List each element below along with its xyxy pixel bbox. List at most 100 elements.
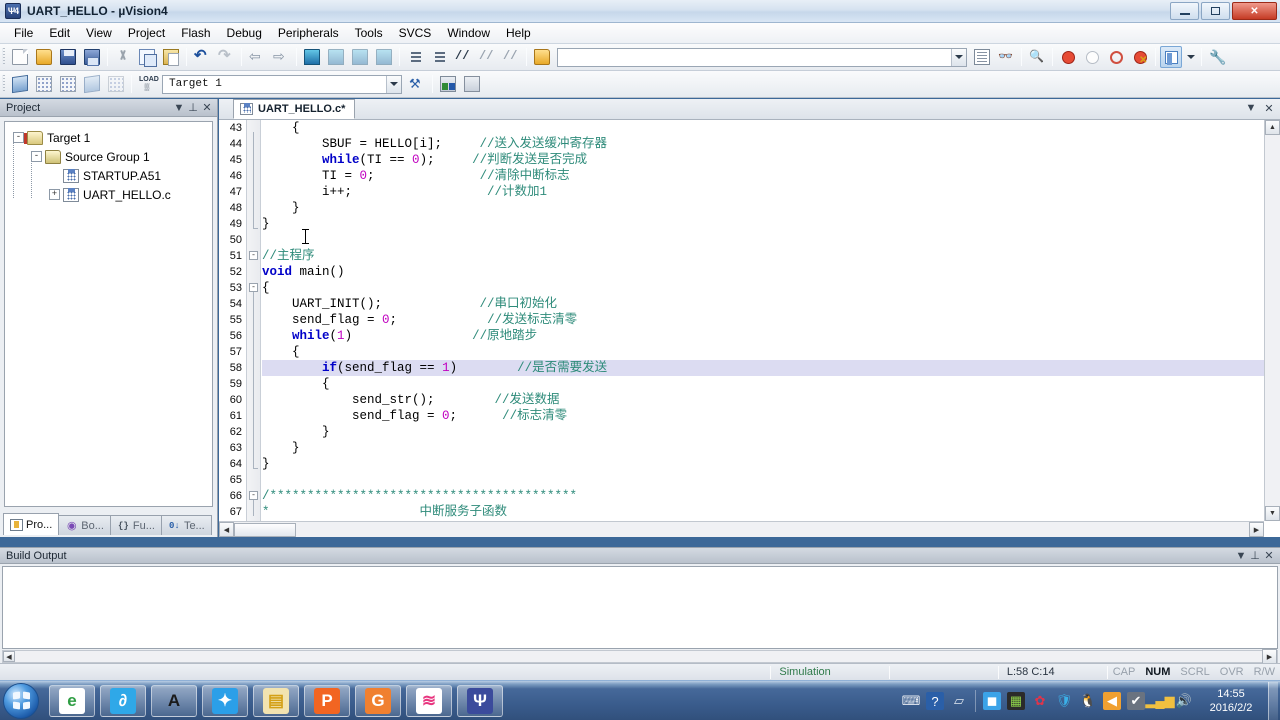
tree-node-target[interactable]: - Target 1 — [11, 128, 212, 147]
disable-all-breakpoints-icon[interactable] — [1105, 46, 1127, 68]
code-line[interactable]: i++; //计数加1 — [262, 184, 1264, 200]
menu-project[interactable]: Project — [120, 24, 173, 42]
scroll-up-button[interactable]: ▲ — [1265, 120, 1280, 135]
binoculars-icon[interactable]: 👓 — [995, 46, 1017, 68]
keyboard-icon[interactable]: ⌨ — [902, 692, 921, 710]
taskbar-item-pdf-converter[interactable]: G — [355, 684, 401, 717]
show-desktop-button[interactable] — [1268, 682, 1278, 720]
code-line[interactable]: send_flag = 0; //发送标志清零 — [262, 312, 1264, 328]
tree-node-source-group[interactable]: - Source Group 1 — [11, 147, 212, 166]
clock[interactable]: 14:55 2016/2/2 — [1202, 687, 1260, 715]
fold-toggle-icon[interactable]: - — [249, 283, 258, 292]
code-line[interactable]: //主程序 — [262, 248, 1264, 264]
kill-all-breakpoints-icon[interactable] — [1129, 46, 1151, 68]
disable-breakpoint-icon[interactable] — [1081, 46, 1103, 68]
show-hidden-icons-icon[interactable]: ▱ — [950, 692, 968, 710]
scroll-down-button[interactable]: ▼ — [1265, 506, 1280, 521]
build-target-icon[interactable] — [33, 73, 55, 95]
target-options-wizard-icon[interactable]: ⚒ — [406, 73, 428, 95]
fold-toggle-icon[interactable]: - — [249, 491, 258, 500]
toolbar-grip[interactable] — [2, 75, 5, 93]
menu-peripherals[interactable]: Peripherals — [270, 24, 347, 42]
prev-bookmark-icon[interactable] — [325, 46, 347, 68]
hscroll-thumb[interactable] — [234, 522, 296, 537]
scroll-right-button[interactable]: ▶ — [1262, 649, 1277, 664]
scroll-left-button[interactable]: ◀ — [3, 651, 15, 662]
code-line[interactable] — [262, 232, 1264, 248]
target-select[interactable]: Target 1 — [162, 74, 402, 94]
save-icon[interactable] — [57, 46, 79, 68]
options-for-target-icon[interactable] — [437, 73, 459, 95]
outdent-icon[interactable] — [428, 46, 450, 68]
scroll-right-button[interactable]: ▶ — [1249, 522, 1264, 537]
panel-menu-icon[interactable]: ▼ — [172, 101, 186, 115]
cut-icon[interactable] — [112, 46, 134, 68]
code-line[interactable]: } — [262, 216, 1264, 232]
insert-breakpoint-icon[interactable] — [1057, 46, 1079, 68]
code-line[interactable]: TI = 0; //清除中断标志 — [262, 168, 1264, 184]
fold-toggle-icon[interactable]: - — [249, 251, 258, 260]
find-in-files-icon[interactable] — [971, 46, 993, 68]
target-select-arrow[interactable] — [386, 75, 401, 93]
undo-icon[interactable]: ↶ — [191, 46, 213, 68]
menu-help[interactable]: Help — [498, 24, 539, 42]
tab-books[interactable]: ◉ Bo... — [58, 515, 111, 535]
stop-build-icon[interactable] — [105, 73, 127, 95]
scroll-left-button[interactable]: ◀ — [219, 522, 234, 537]
help-icon[interactable]: ? — [926, 692, 944, 710]
code-line[interactable]: } — [262, 424, 1264, 440]
save-all-icon[interactable] — [81, 46, 103, 68]
code-line[interactable]: } — [262, 456, 1264, 472]
speaker-orange-icon[interactable]: ◀ — [1103, 692, 1121, 710]
menu-debug[interactable]: Debug — [219, 24, 270, 42]
toggle-bookmark-icon[interactable] — [301, 46, 323, 68]
window-layout-dropdown-icon[interactable] — [1184, 46, 1197, 68]
close-button[interactable]: ✕ — [1232, 2, 1277, 20]
code-line[interactable]: send_str(); //发送数据 — [262, 392, 1264, 408]
editor-tab-uart-hello-c[interactable]: UART_HELLO.c* — [233, 99, 356, 119]
code-line[interactable]: send_flag = 0; //标志清零 — [262, 408, 1264, 424]
menu-view[interactable]: View — [78, 24, 120, 42]
restore-button[interactable] — [1201, 2, 1230, 20]
code-line[interactable]: { — [262, 280, 1264, 296]
code-editor[interactable]: 43 44 45 46 47 48 49 50 51 52 53 54 55 56 57 58 59 60 61 62… — [219, 120, 1280, 537]
menu-window[interactable]: Window — [439, 24, 498, 42]
tree-node-uart-hello-c[interactable]: + UART_HELLO.c — [11, 185, 212, 204]
code-line[interactable]: while(1) //原地踏步 — [262, 328, 1264, 344]
menu-tools[interactable]: Tools — [347, 24, 391, 42]
redo-icon[interactable]: ↷ — [215, 46, 237, 68]
expander-icon[interactable]: - — [13, 132, 24, 143]
panel-menu-icon[interactable]: ▼ — [1234, 549, 1248, 563]
indent-icon[interactable] — [404, 46, 426, 68]
download-icon[interactable]: LOAD ▒ — [136, 73, 159, 95]
code-line[interactable]: UART_INIT(); //串口初始化 — [262, 296, 1264, 312]
taskbar-item-browser-360[interactable]: ∂ — [100, 684, 146, 717]
editor-vertical-scrollbar[interactable]: ▲ ▼ — [1264, 120, 1280, 521]
tab-project[interactable]: Pro... — [3, 513, 60, 535]
window-layout-icon[interactable] — [1160, 46, 1182, 68]
code-line[interactable]: } — [262, 200, 1264, 216]
network-icon[interactable]: ▂▄▆ — [1145, 692, 1174, 710]
expander-icon[interactable]: + — [49, 189, 60, 200]
batch-build-icon[interactable] — [81, 73, 103, 95]
navigate-back-icon[interactable]: ⇦ — [246, 46, 268, 68]
minimize-button[interactable] — [1170, 2, 1199, 20]
close-icon[interactable]: ✕ — [1262, 549, 1276, 563]
paste-icon[interactable] — [160, 46, 182, 68]
taskbar-item-wps-presentation[interactable]: P — [304, 684, 350, 717]
shield-icon[interactable]: 🛡 — [1055, 692, 1073, 710]
pin-icon[interactable]: ⊥ — [186, 101, 200, 115]
close-icon[interactable]: ✕ — [200, 101, 214, 115]
build-output-content[interactable] — [2, 566, 1278, 649]
manage-components-icon[interactable] — [461, 73, 483, 95]
code-line[interactable]: SBUF = HELLO[i]; //送入发送缓冲寄存器 — [262, 136, 1264, 152]
code-line[interactable]: } — [262, 440, 1264, 456]
comment-icon[interactable]: // — [452, 46, 474, 68]
configure-icon[interactable]: 🔧 — [1206, 46, 1228, 68]
box-icon[interactable]: ◼ — [983, 692, 1001, 710]
pin-icon[interactable]: ⊥ — [1248, 549, 1262, 563]
open-folder-icon[interactable] — [531, 46, 553, 68]
safely-remove-icon[interactable]: ✔ — [1127, 692, 1145, 710]
taskbar-item-internet-explorer[interactable]: e — [49, 684, 95, 717]
copy-icon[interactable] — [136, 46, 158, 68]
